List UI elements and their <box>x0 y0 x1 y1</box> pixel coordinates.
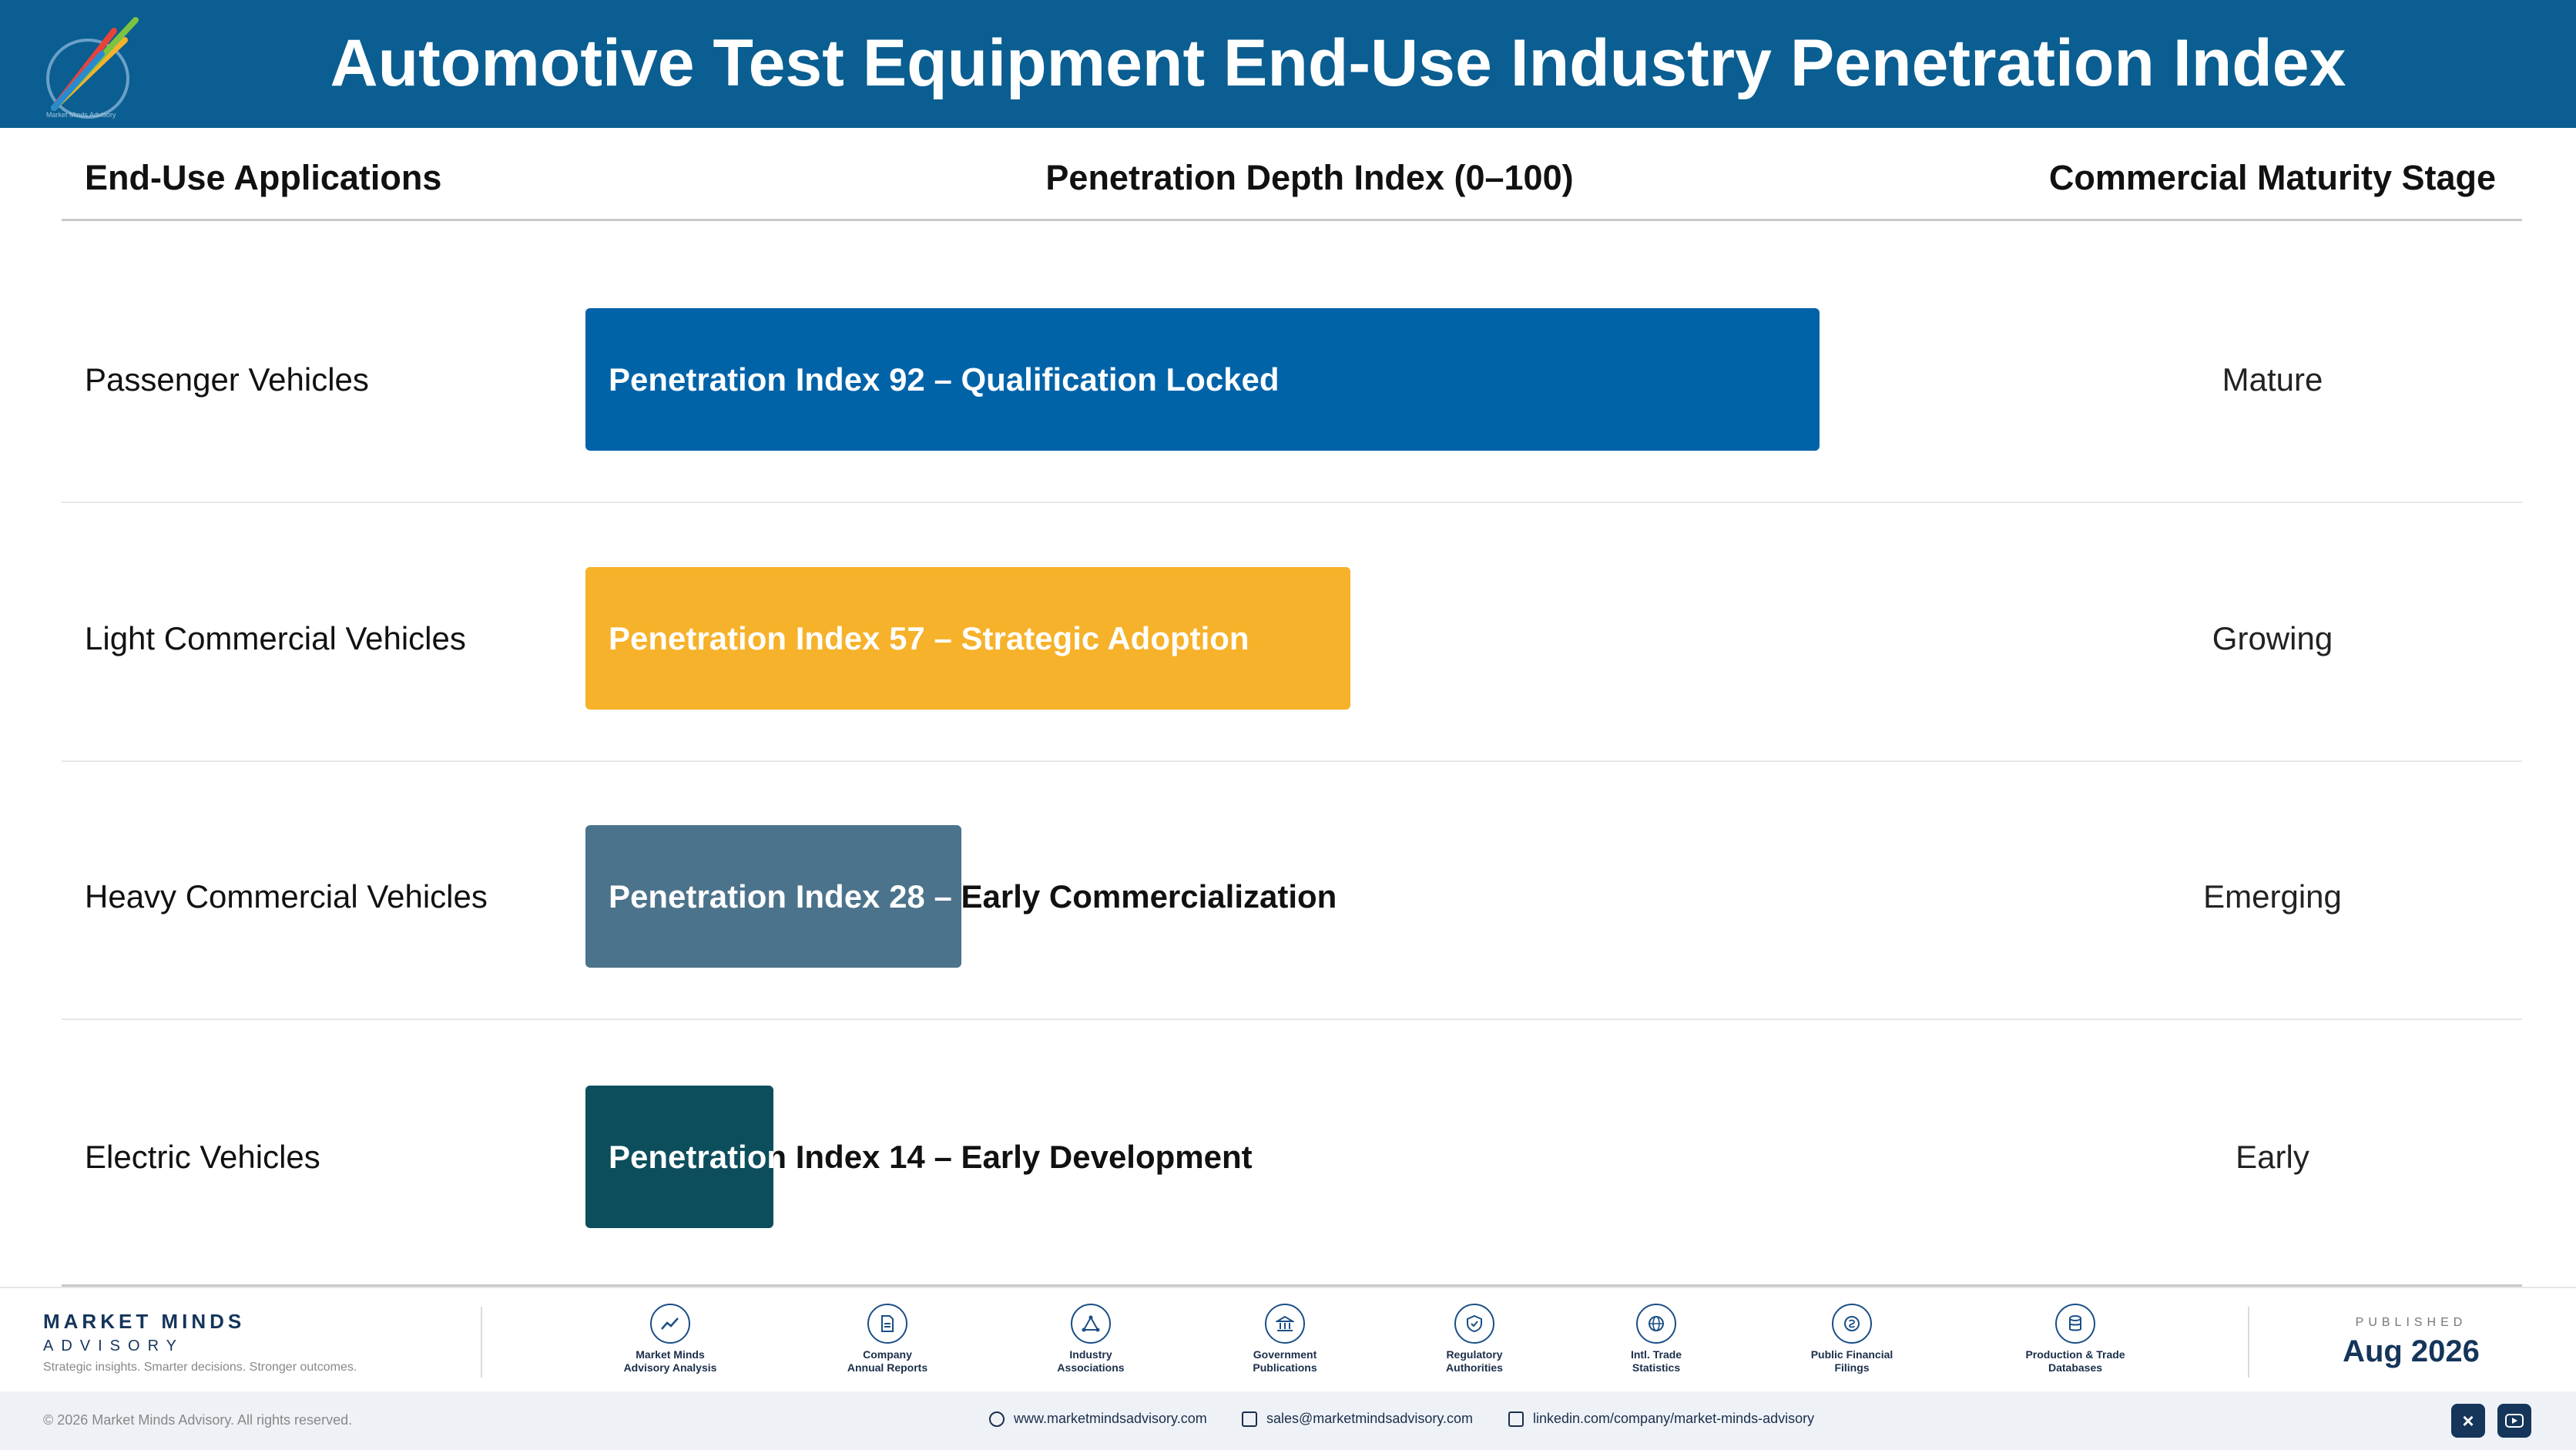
page-title: Automotive Test Equipment End-Use Indust… <box>330 26 2346 100</box>
email-link[interactable]: sales@marketmindsadvisory.com <box>1242 1411 1474 1428</box>
row-label: Light Commercial Vehicles <box>85 620 466 656</box>
globe-icon <box>1636 1304 1676 1344</box>
email-text: sales@marketmindsadvisory.com <box>1266 1411 1474 1426</box>
maturity-stage: Mature <box>2222 361 2323 398</box>
website-link[interactable]: www.marketmindsadvisory.com <box>989 1411 1207 1428</box>
footer-divider <box>2248 1307 2249 1378</box>
source-financial-filings: Public Financial Filings <box>1775 1304 1929 1374</box>
source-regulatory-authorities: Regulatory Authorities <box>1397 1304 1551 1374</box>
source-label: Company Annual Reports <box>847 1348 928 1374</box>
column-header-stage: Commercial Maturity Stage <box>2048 158 2497 197</box>
brand-tagline: Strategic insights. Smarter decisions. S… <box>43 1361 357 1374</box>
bar-data-label: Penetration Index 14 – Early Development <box>609 1137 1253 1177</box>
document-icon <box>867 1304 907 1344</box>
source-industry-associations: Industry Associations <box>1014 1304 1168 1374</box>
maturity-stage: Growing <box>2212 620 2333 656</box>
bar-data-label: Penetration Index 57 – Strategic Adoptio… <box>609 619 1249 659</box>
row-label: Electric Vehicles <box>85 1139 320 1175</box>
linkedin-text: linkedin.com/company/market-minds-adviso… <box>1533 1411 1815 1426</box>
source-label: Market Minds Advisory Analysis <box>623 1348 717 1374</box>
youtube-icon[interactable] <box>2497 1404 2531 1438</box>
footer-divider <box>481 1307 482 1378</box>
row-label: Heavy Commercial Vehicles <box>85 878 488 915</box>
published-label: PUBLISHED <box>2355 1316 2467 1329</box>
source-government-publications: Government Publications <box>1208 1304 1362 1374</box>
column-header-depth: Penetration Depth Index (0–100) <box>1045 158 1574 197</box>
linkedin-icon <box>1508 1411 1524 1428</box>
database-icon <box>2055 1304 2095 1344</box>
row-divider <box>62 502 2522 503</box>
bar-data-label: Penetration Index 28 – Early Commerciali… <box>609 877 1337 917</box>
source-trade-databases: Production & Trade Databases <box>1998 1304 2152 1374</box>
source-label: Public Financial Filings <box>1810 1348 1893 1374</box>
source-label: Government Publications <box>1253 1348 1317 1374</box>
source-label: Industry Associations <box>1057 1348 1125 1374</box>
x-icon[interactable]: × <box>2451 1404 2485 1438</box>
source-label: Regulatory Authorities <box>1446 1348 1503 1374</box>
maturity-stage: Early <box>2236 1139 2309 1175</box>
globe-icon <box>989 1411 1005 1428</box>
logo-text: Market Minds Advisory <box>46 111 116 119</box>
linkedin-link[interactable]: linkedin.com/company/market-minds-adviso… <box>1508 1411 1815 1428</box>
header-divider <box>62 219 2522 221</box>
brand-subtitle: ADVISORY <box>43 1338 184 1354</box>
coin-icon <box>1832 1304 1872 1344</box>
source-label: Intl. Trade Statistics <box>1630 1348 1682 1374</box>
bar-data-label: Penetration Index 92 – Qualification Loc… <box>609 360 1280 400</box>
mail-icon <box>1242 1411 1257 1428</box>
website-text: www.marketmindsadvisory.com <box>1014 1411 1207 1426</box>
row-label: Passenger Vehicles <box>85 361 369 398</box>
published-date: Aug 2026 <box>2343 1334 2480 1368</box>
network-icon <box>1071 1304 1111 1344</box>
trend-line-icon <box>650 1304 690 1344</box>
shield-check-icon <box>1454 1304 1494 1344</box>
row-divider <box>62 1019 2522 1020</box>
copyright-text: © 2026 Market Minds Advisory. All rights… <box>43 1412 353 1428</box>
source-label: Production & Trade Databases <box>2025 1348 2125 1374</box>
source-advisory-analysis: Market Minds Advisory Analysis <box>593 1304 747 1374</box>
header-banner: Market Minds Advisory Automotive Test Eq… <box>0 0 2576 128</box>
brand-name: MARKET MINDS <box>43 1310 246 1333</box>
source-annual-reports: Company Annual Reports <box>810 1304 964 1374</box>
government-building-icon <box>1265 1304 1305 1344</box>
maturity-stage: Emerging <box>2203 878 2342 915</box>
source-trade-statistics: Intl. Trade Statistics <box>1579 1304 1733 1374</box>
column-header-applications: End-Use Applications <box>85 158 442 197</box>
row-divider <box>62 760 2522 762</box>
